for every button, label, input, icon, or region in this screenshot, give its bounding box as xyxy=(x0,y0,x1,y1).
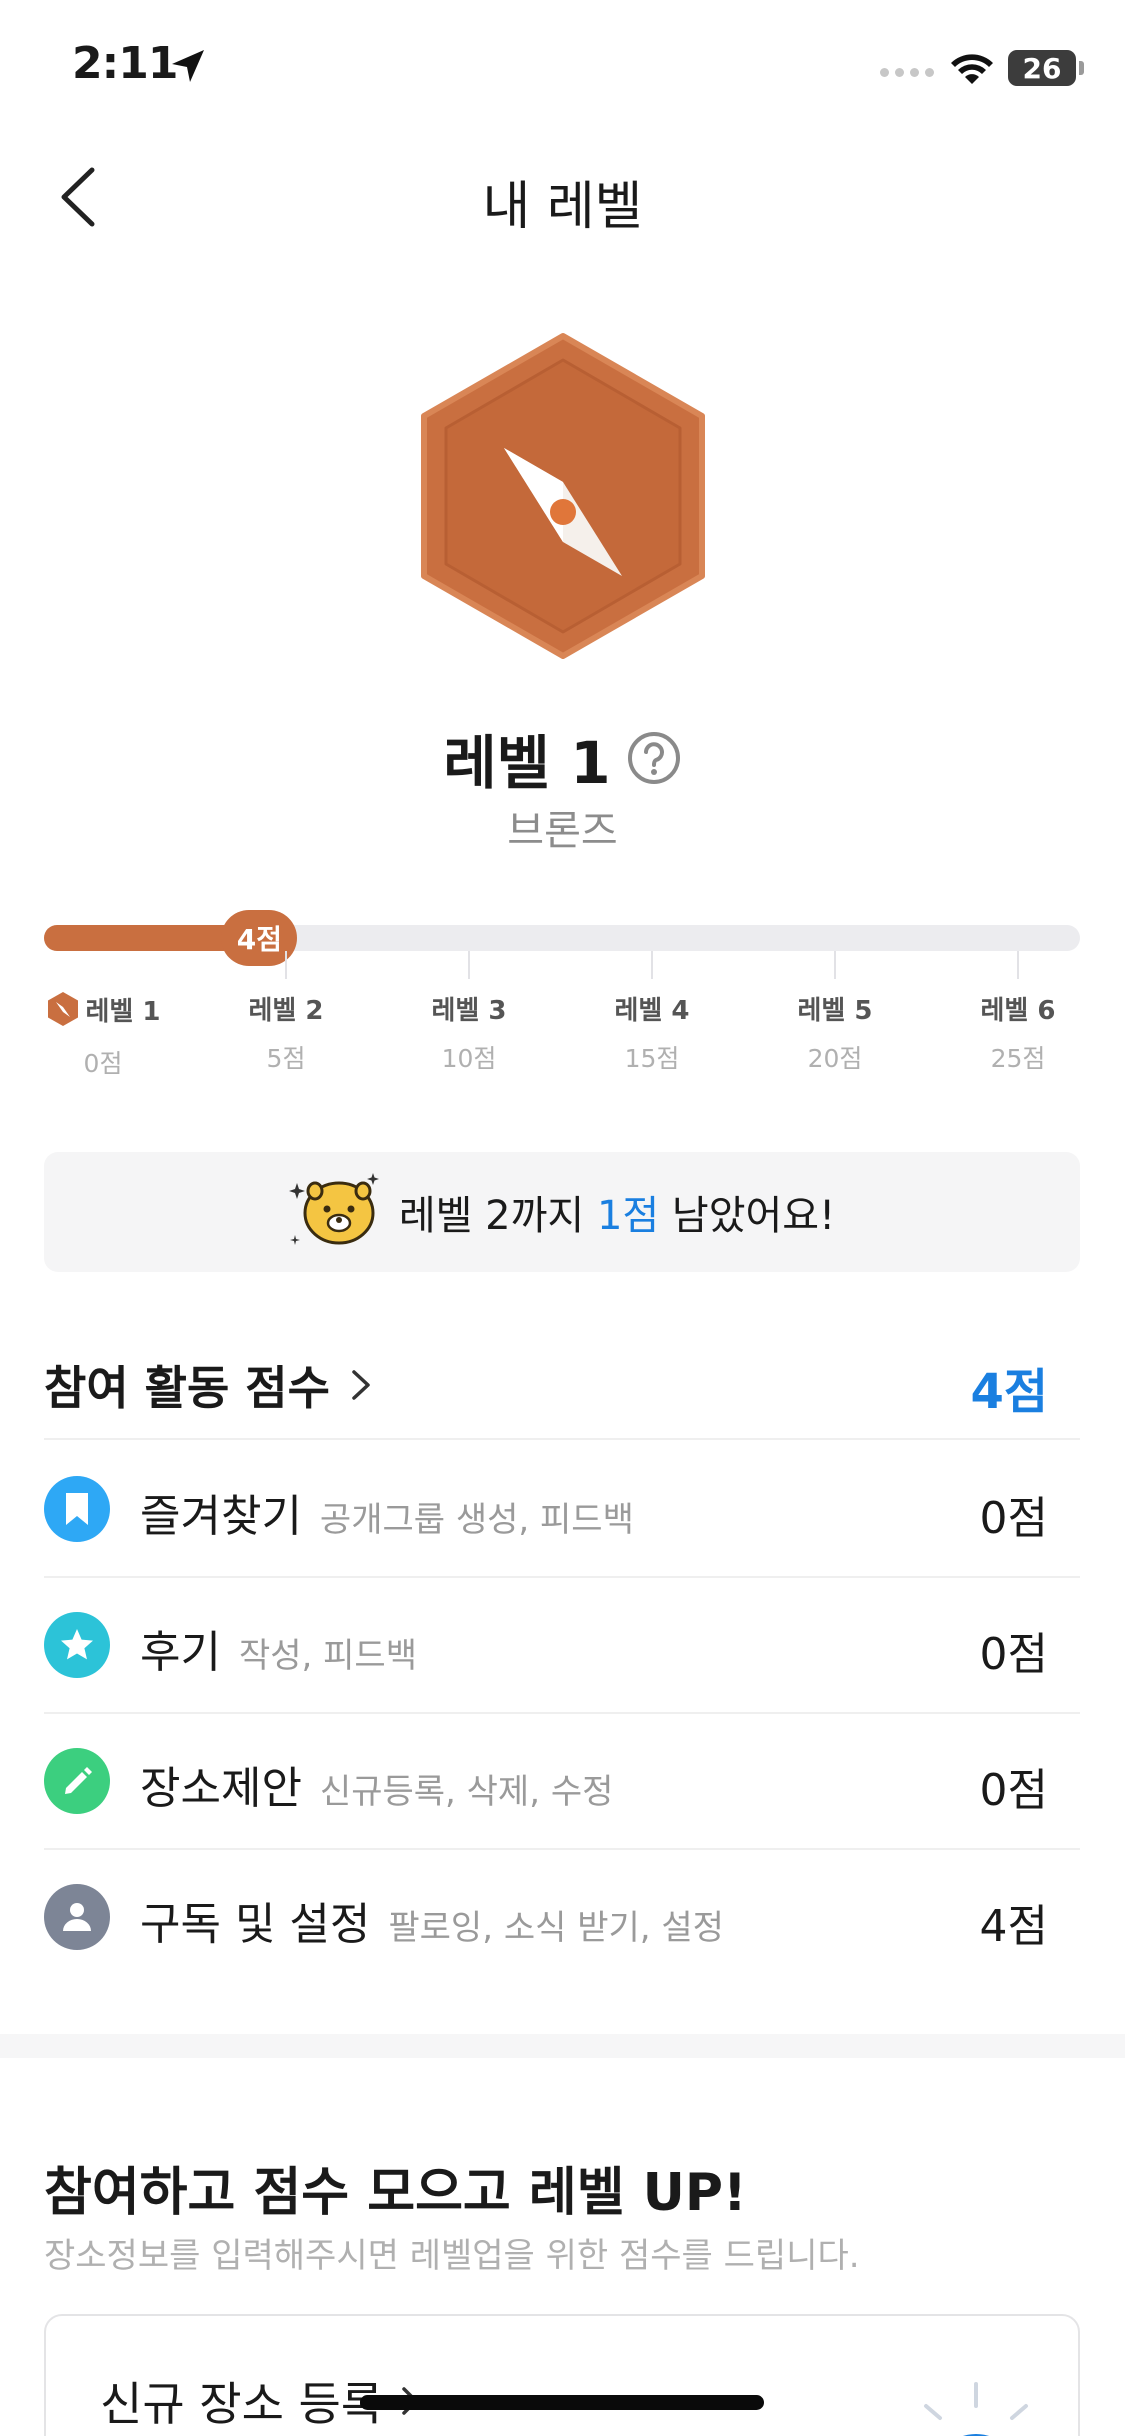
activity-row-place-suggestion[interactable]: 장소제안 신규등록, 삭제, 수정 0점 xyxy=(44,1714,1080,1850)
level-stop-label: 레벨 1 xyxy=(46,990,160,1028)
activity-score-title: 참여 활동 점수 xyxy=(44,1361,330,1415)
pencil-icon xyxy=(65,1767,92,1794)
row-subtitle: 팔로잉, 소식 받기, 설정 xyxy=(388,1908,724,1948)
remaining-points-banner: 레벨 2까지 1점 남았어요! xyxy=(44,1152,1080,1272)
pin-illustration-icon xyxy=(924,2382,1028,2436)
row-icon-circle xyxy=(44,1612,110,1678)
activity-score-total: 4점 xyxy=(970,1364,1048,1420)
level-stop: 레벨 3 10점 xyxy=(379,990,559,1075)
row-points: 0점 xyxy=(979,1765,1048,1816)
progress-tick xyxy=(834,951,836,979)
help-icon[interactable] xyxy=(626,730,682,786)
activity-row-subscriptions[interactable]: 구독 및 설정 팔로잉, 소식 받기, 설정 4점 xyxy=(44,1850,1080,1986)
row-text: 구독 및 설정 팔로잉, 소식 받기, 설정 xyxy=(140,1888,724,1952)
row-icon-circle xyxy=(44,1884,110,1950)
progress-tick xyxy=(1017,951,1019,979)
level-stop-points: 20점 xyxy=(807,1044,863,1073)
home-indicator xyxy=(360,2395,764,2410)
activity-score-header[interactable]: 참여 활동 점수 4점 xyxy=(44,1340,1080,1440)
level-stop-label: 레벨 5 xyxy=(797,996,873,1026)
row-points: 4점 xyxy=(979,1901,1048,1952)
remaining-points-highlight: 1점 xyxy=(596,1193,660,1239)
row-title: 후기 xyxy=(140,1627,221,1678)
chevron-right-icon xyxy=(352,1370,370,1400)
page-title: 내 레벨 xyxy=(482,177,643,237)
status-time: 2:11 xyxy=(72,38,178,89)
level-stop-label: 레벨 6 xyxy=(980,996,1056,1026)
row-title: 장소제안 xyxy=(140,1763,302,1814)
level-title: 레벨 1 xyxy=(443,729,611,797)
level-stop-label: 레벨 2 xyxy=(248,996,324,1026)
mini-bronze-badge-icon xyxy=(47,992,78,1026)
mascot-icon xyxy=(288,1173,379,1245)
cellular-signal-icon xyxy=(880,68,934,77)
level-stop-points: 5점 xyxy=(266,1044,306,1073)
row-points: 0점 xyxy=(979,1493,1048,1544)
activity-row-favorites[interactable]: 즐겨찾기 공개그룹 생성, 피드백 0점 xyxy=(44,1442,1080,1578)
activity-score-title-wrap: 참여 활동 점수 xyxy=(44,1352,374,1418)
level-stop-points: 0점 xyxy=(83,1049,123,1078)
location-arrow-icon xyxy=(172,50,204,82)
row-text: 즐겨찾기 공개그룹 생성, 피드백 xyxy=(140,1480,634,1544)
row-text: 장소제안 신규등록, 삭제, 수정 xyxy=(140,1752,613,1816)
row-subtitle: 신규등록, 삭제, 수정 xyxy=(319,1772,614,1812)
card-label: 신규 장소 등록 xyxy=(100,2377,384,2431)
promo-subtitle: 장소정보를 입력해주시면 레벨업을 위한 점수를 드립니다. xyxy=(44,2236,860,2276)
promo-title: 참여하고 점수 모으고 레벨 UP! xyxy=(44,2163,747,2223)
battery-icon: 26 xyxy=(1008,50,1076,86)
level-stop: 레벨 6 25점 xyxy=(928,990,1108,1075)
battery-cap xyxy=(1079,61,1084,75)
tier-name: 브론즈 xyxy=(507,808,618,854)
person-icon xyxy=(63,1903,91,1931)
activity-row-reviews[interactable]: 후기 작성, 피드백 0점 xyxy=(44,1578,1080,1714)
row-points: 0점 xyxy=(979,1629,1048,1680)
bronze-compass-badge-icon xyxy=(421,333,705,659)
level-stop-points: 25점 xyxy=(990,1044,1046,1073)
level-stop-label: 레벨 3 xyxy=(431,996,507,1026)
row-title: 즐겨찾기 xyxy=(140,1491,302,1542)
nav-bar: 내 레벨 xyxy=(0,140,1125,255)
level-title-row: 레벨 1 xyxy=(0,716,1125,800)
row-text: 후기 작성, 피드백 xyxy=(140,1616,417,1680)
level-stop-points: 10점 xyxy=(441,1044,497,1073)
progress-tick xyxy=(468,951,470,979)
row-subtitle: 공개그룹 생성, 피드백 xyxy=(319,1500,634,1540)
section-divider xyxy=(0,2034,1125,2058)
row-icon-circle xyxy=(44,1476,110,1542)
row-icon-circle xyxy=(44,1748,110,1814)
wifi-icon xyxy=(951,54,993,84)
row-title: 구독 및 설정 xyxy=(140,1899,371,1950)
level-stop-points: 15점 xyxy=(624,1044,680,1073)
level-stop: 레벨 5 20점 xyxy=(745,990,925,1075)
remaining-points-text: 레벨 2까지 1점 남았어요! xyxy=(398,1193,836,1239)
progress-tick xyxy=(651,951,653,979)
level-stop: 레벨 2 5점 xyxy=(196,990,376,1075)
star-icon xyxy=(61,1629,93,1660)
status-bar: 2:11 26 xyxy=(0,0,1125,140)
row-subtitle: 작성, 피드백 xyxy=(238,1636,417,1676)
level-stop: 레벨 4 15점 xyxy=(562,990,742,1075)
bookmark-icon xyxy=(66,1493,88,1525)
new-place-register-card[interactable]: 신규 장소 등록 xyxy=(44,2314,1080,2436)
progress-tick xyxy=(285,951,287,979)
level-stop: 레벨 1 0점 xyxy=(13,990,193,1080)
level-stop-label: 레벨 4 xyxy=(614,996,690,1026)
